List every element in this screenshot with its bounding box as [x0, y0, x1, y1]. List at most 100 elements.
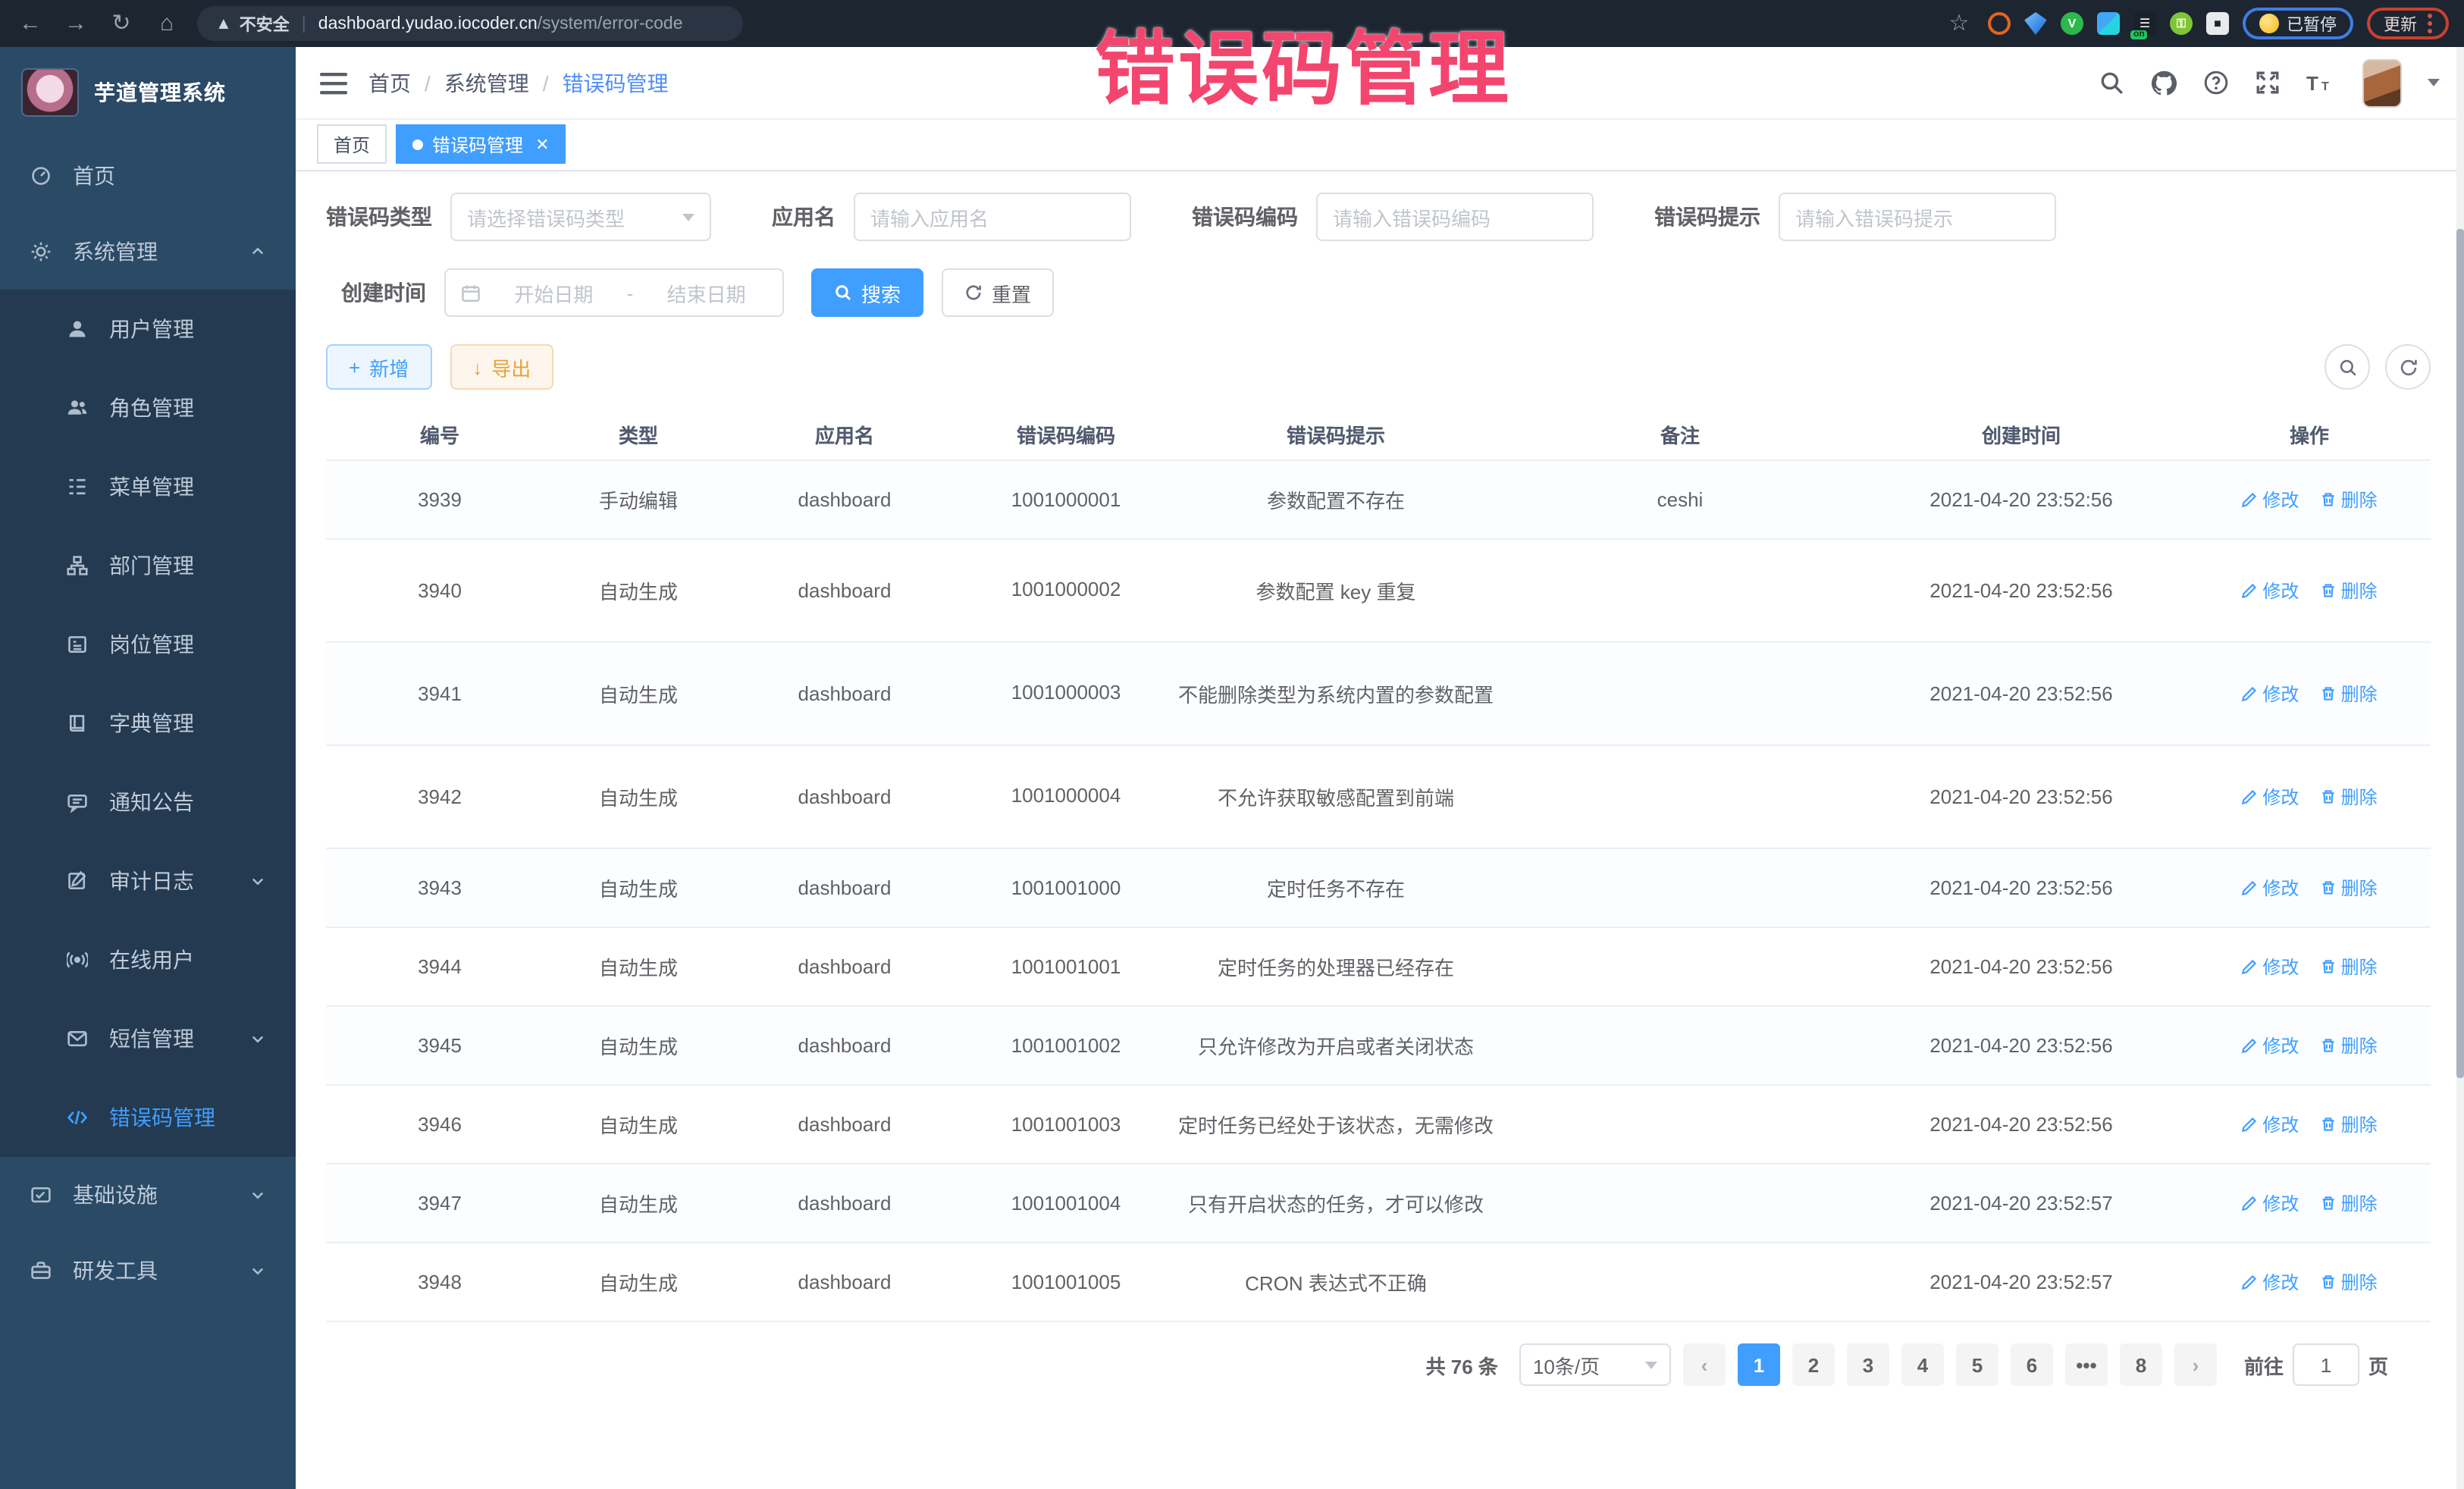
total-count: 共 76 条	[1426, 1350, 1498, 1379]
page-button-4[interactable]: 4	[1901, 1343, 1944, 1386]
sidebar-item-posts[interactable]: 岗位管理	[0, 605, 296, 684]
delete-link[interactable]: 删除	[2320, 875, 2378, 901]
page-scrollbar[interactable]	[2456, 47, 2464, 1489]
cell-app: dashboard	[723, 579, 966, 602]
sidebar-item-audit-log[interactable]: 审计日志	[0, 842, 296, 920]
app-logo-row[interactable]: 芋道管理系统	[0, 47, 296, 138]
close-tab-icon[interactable]: ✕	[535, 134, 549, 154]
page-button-3[interactable]: 3	[1847, 1343, 1889, 1386]
page-button-6[interactable]: 6	[2011, 1343, 2053, 1386]
add-button[interactable]: + 新增	[326, 344, 431, 390]
page-button-2[interactable]: 2	[1792, 1343, 1835, 1386]
cell-app: dashboard	[723, 1192, 966, 1215]
search-icon[interactable]	[2099, 70, 2124, 96]
hamburger-icon[interactable]	[320, 71, 347, 95]
edit-link[interactable]: 修改	[2241, 1111, 2299, 1137]
goto-page-input[interactable]	[2293, 1343, 2359, 1386]
page-size-select[interactable]: 10条/页	[1519, 1343, 1671, 1386]
edit-link[interactable]: 修改	[2241, 681, 2299, 707]
prev-page-button[interactable]: ‹	[1683, 1343, 1726, 1386]
extension-icon-dark-list[interactable]: ☰	[2133, 12, 2156, 35]
cell-id: 3945	[326, 1034, 553, 1057]
next-page-button[interactable]: ›	[2174, 1343, 2217, 1386]
error-hint-input[interactable]: 请输入错误码提示	[1779, 193, 2056, 241]
fullscreen-icon[interactable]	[2255, 70, 2281, 96]
page-button-8[interactable]: 8	[2120, 1343, 2162, 1386]
edit-link[interactable]: 修改	[2241, 875, 2299, 901]
sidebar-item-departments[interactable]: 部门管理	[0, 526, 296, 605]
font-size-icon[interactable]: TT	[2306, 70, 2337, 96]
help-icon[interactable]	[2203, 70, 2229, 96]
date-range-picker[interactable]: 开始日期 - 结束日期	[444, 268, 784, 317]
sidebar-item-dev-tools[interactable]: 研发工具	[0, 1233, 296, 1309]
browser-menu-icon[interactable]	[2428, 14, 2432, 33]
back-icon[interactable]: ←	[15, 12, 45, 35]
github-icon[interactable]	[2150, 69, 2177, 96]
app-name-input[interactable]: 请输入应用名	[854, 193, 1131, 241]
delete-link[interactable]: 删除	[2320, 1033, 2378, 1058]
sidebar-item-menus[interactable]: 菜单管理	[0, 447, 296, 526]
refresh-table-button[interactable]	[2385, 344, 2431, 390]
cell-created: 2021-04-20 23:52:57	[1854, 1271, 2188, 1293]
col-app: 应用名	[723, 419, 966, 448]
edit-link[interactable]: 修改	[2241, 487, 2299, 513]
extension-icon-green-key[interactable]: ⚿	[2170, 12, 2193, 35]
page-button-1[interactable]: 1	[1738, 1343, 1780, 1386]
sidebar-item-system[interactable]: 系统管理	[0, 214, 296, 290]
sidebar-item-sms[interactable]: 短信管理	[0, 999, 296, 1078]
delete-link[interactable]: 删除	[2320, 1111, 2378, 1137]
update-button[interactable]: 更新	[2367, 8, 2449, 39]
bookmark-star-icon[interactable]: ☆	[1944, 12, 1974, 35]
error-code-input[interactable]: 请输入错误码编码	[1316, 193, 1594, 241]
more-pages-button[interactable]: •••	[2065, 1343, 2108, 1386]
tab-home[interactable]: 首页	[317, 124, 387, 164]
reset-button[interactable]: 重置	[942, 268, 1054, 317]
avatar-caret-icon[interactable]	[2428, 79, 2440, 86]
end-date-placeholder: 结束日期	[645, 278, 767, 307]
search-button[interactable]: 搜索	[811, 268, 923, 317]
delete-link[interactable]: 删除	[2320, 578, 2378, 603]
delete-link[interactable]: 删除	[2320, 784, 2378, 810]
sidebar-item-infrastructure[interactable]: 基础设施	[0, 1157, 296, 1233]
sidebar-item-online-users[interactable]: 在线用户	[0, 920, 296, 999]
sidebar-item-users[interactable]: 用户管理	[0, 290, 296, 368]
cell-id: 3946	[326, 1113, 553, 1136]
address-bar[interactable]: ▲不安全 | dashboard.yudao.iocoder.cn/system…	[197, 6, 743, 41]
delete-link[interactable]: 删除	[2320, 954, 2378, 980]
delete-link[interactable]: 删除	[2320, 681, 2378, 707]
forward-icon[interactable]: →	[61, 12, 91, 35]
home-icon[interactable]: ⌂	[152, 12, 182, 35]
breadcrumb-system[interactable]: 系统管理	[444, 67, 529, 98]
profile-chip[interactable]: 已暂停	[2243, 8, 2353, 39]
tab-error-code[interactable]: 错误码管理 ✕	[396, 124, 566, 164]
extension-icon-orange-ring[interactable]	[1988, 12, 2011, 35]
edit-link[interactable]: 修改	[2241, 1269, 2299, 1295]
error-type-select[interactable]: 请选择错误码类型	[450, 193, 711, 241]
sidebar-item-error-code[interactable]: 错误码管理	[0, 1078, 296, 1157]
extensions-puzzle-icon[interactable]: ■	[2206, 12, 2229, 35]
show-search-toggle-button[interactable]	[2324, 344, 2370, 390]
extension-icon-blue-gem[interactable]	[2024, 12, 2047, 35]
sidebar-item-home[interactable]: 首页	[0, 138, 296, 214]
delete-link[interactable]: 删除	[2320, 1269, 2378, 1295]
delete-link[interactable]: 删除	[2320, 487, 2378, 513]
edit-link[interactable]: 修改	[2241, 578, 2299, 603]
sidebar-item-announcements[interactable]: 通知公告	[0, 763, 296, 842]
edit-link[interactable]: 修改	[2241, 784, 2299, 810]
edit-link[interactable]: 修改	[2241, 954, 2299, 980]
edit-link[interactable]: 修改	[2241, 1190, 2299, 1216]
sidebar-item-roles[interactable]: 角色管理	[0, 368, 296, 447]
extension-icon-green-circle[interactable]: V	[2061, 12, 2083, 35]
edit-link[interactable]: 修改	[2241, 1033, 2299, 1058]
user-avatar[interactable]	[2362, 58, 2402, 107]
chevron-down-icon	[250, 873, 265, 889]
breadcrumb-home[interactable]: 首页	[368, 67, 411, 98]
reload-icon[interactable]: ↻	[106, 12, 136, 35]
not-secure-warning[interactable]: ▲不安全	[215, 11, 290, 36]
export-button[interactable]: ↓ 导出	[450, 344, 553, 390]
scrollbar-thumb[interactable]	[2456, 229, 2464, 1078]
page-button-5[interactable]: 5	[1956, 1343, 1998, 1386]
delete-link[interactable]: 删除	[2320, 1190, 2378, 1216]
sidebar-item-dictionary[interactable]: 字典管理	[0, 684, 296, 763]
extension-icon-blue-grid[interactable]	[2097, 12, 2120, 35]
